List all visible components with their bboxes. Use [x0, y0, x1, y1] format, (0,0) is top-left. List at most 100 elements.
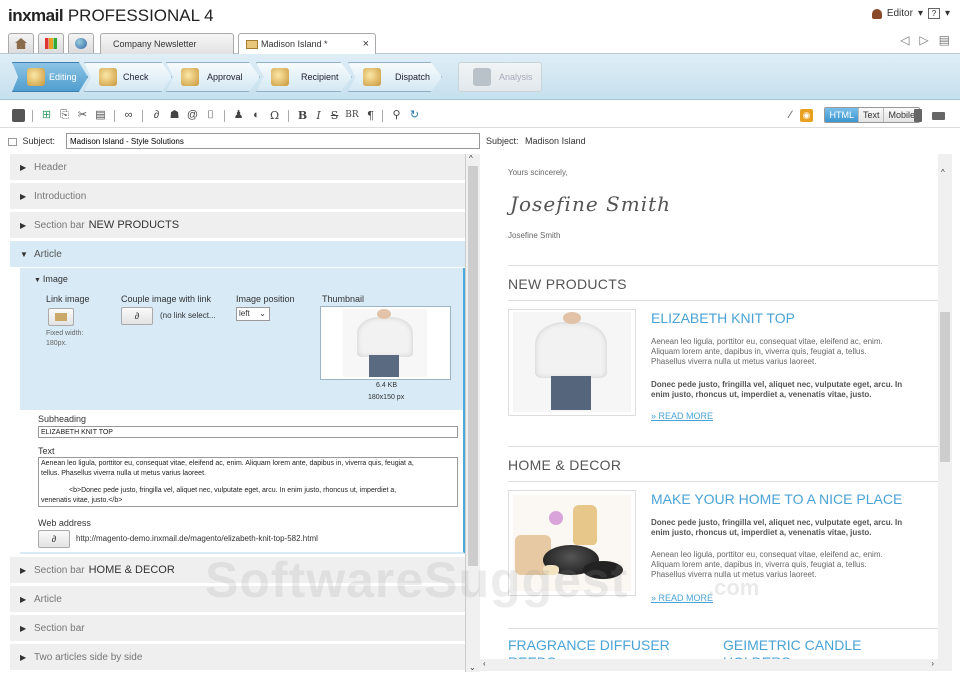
product-image-knit-top[interactable]	[508, 309, 636, 416]
section-heading: NEW PRODUCTS	[508, 276, 627, 292]
scroll-up-icon[interactable]: ^	[941, 168, 945, 177]
save-icon[interactable]	[12, 109, 25, 122]
product-image-home[interactable]	[508, 490, 636, 596]
section-introduction[interactable]: ▶ Introduction	[10, 183, 465, 210]
copy-icon[interactable]: ⎘	[58, 109, 71, 122]
paragraph-button[interactable]: ¶	[364, 109, 377, 122]
italic-button[interactable]: I	[312, 109, 325, 122]
image-position-select[interactable]: left ⌄	[236, 307, 270, 321]
paste-icon[interactable]: ▤	[94, 109, 107, 122]
tab-madison-island[interactable]: Madison Island * ×	[238, 33, 376, 55]
section-header[interactable]: ▶ Header	[10, 154, 465, 181]
web-address-link-button[interactable]: ∂	[38, 530, 70, 548]
forward-arrow-icon[interactable]: ▷	[919, 33, 928, 47]
separator	[288, 110, 289, 122]
product-title-link[interactable]: GEIMETRIC CANDLE	[723, 637, 861, 653]
image-icon[interactable]: ◐	[250, 109, 263, 122]
ratio-icon[interactable]: ⁄	[784, 109, 797, 122]
product-title-link[interactable]: FRAGRANCE DIFFUSER	[508, 637, 670, 653]
separator	[382, 110, 383, 122]
section-bar-home-decor[interactable]: ▶ Section bar HOME & DECOR	[10, 557, 465, 584]
user-name[interactable]: Editor	[887, 8, 913, 19]
view-text-button[interactable]: Text	[857, 108, 884, 122]
section-article-open[interactable]: ▼ Article	[10, 241, 465, 268]
cut-icon[interactable]: ✂	[76, 109, 89, 122]
mobile-device-icon[interactable]	[914, 109, 922, 122]
workflow-step-recipient[interactable]: Recipient	[256, 62, 352, 92]
anchor-icon[interactable]: ☗	[168, 109, 181, 122]
link-icon: ∂	[134, 311, 140, 321]
back-arrow-icon[interactable]: ◁	[900, 33, 909, 47]
thumbnail-image[interactable]	[320, 306, 451, 380]
section-article-2[interactable]: ▶ Article	[10, 586, 465, 613]
section-bar-3[interactable]: ▶ Section bar	[10, 615, 465, 642]
view-html-button[interactable]: HTML	[825, 108, 858, 122]
link-image-button[interactable]	[48, 308, 74, 326]
search-icon[interactable]: ⚲	[390, 109, 403, 122]
text-line: enim justo, rhoncus ut, imperdiet a, ven…	[651, 528, 872, 537]
preview-eye-icon[interactable]: ◉	[800, 109, 813, 122]
read-more-link[interactable]: » READ MORE	[651, 593, 713, 603]
workflow-bar: Editing Check Approval Recipient Dispatc…	[0, 54, 960, 100]
reports-tab-button[interactable]	[38, 33, 64, 53]
scroll-up-icon[interactable]: ^	[469, 154, 473, 163]
line-break-button[interactable]: BR	[344, 109, 360, 122]
scroll-left-icon[interactable]: ‹	[483, 659, 486, 668]
tablet-device-icon[interactable]	[932, 112, 945, 120]
step-label: Editing	[49, 72, 77, 82]
home-tab-button[interactable]	[8, 33, 34, 53]
approval-icon	[181, 68, 199, 86]
subheading-input[interactable]: ELIZABETH KNIT TOP	[38, 426, 458, 438]
image-title[interactable]: ▼ Image	[34, 274, 68, 284]
text-line: Aliquam lorem ante, dapibus in, viverra …	[651, 560, 867, 569]
help-icon[interactable]: ?	[927, 8, 940, 19]
scrollbar-thumb[interactable]	[468, 166, 478, 566]
bottle-shape	[573, 505, 597, 545]
editor-scrollbar[interactable]: ^ ⌄	[466, 154, 480, 672]
watermark-suffix: .com	[708, 575, 760, 600]
workflow-step-check[interactable]: Check	[84, 62, 172, 92]
separator	[32, 110, 33, 122]
view-mode-toggle: HTML Text Mobile	[824, 107, 920, 123]
read-more-link[interactable]: » READ MORE	[651, 411, 713, 421]
bold-button[interactable]: B	[296, 109, 309, 122]
placeholder-icon[interactable]: ⌷	[204, 109, 217, 122]
user-menu[interactable]: Editor ▾ ? ▾	[871, 8, 950, 19]
insert-link-icon[interactable]: ∂	[150, 109, 163, 122]
product-title-link[interactable]: MAKE YOUR HOME TO A NICE PLACE	[651, 491, 902, 507]
expand-arrow-icon: ▶	[20, 595, 27, 604]
link-image-label: Link image	[46, 294, 90, 304]
product-photo	[343, 309, 427, 377]
special-char-icon[interactable]: Ω	[268, 109, 281, 122]
tab-company-newsletter[interactable]: Company Newsletter	[100, 33, 234, 54]
refresh-icon[interactable]: ↻	[408, 109, 421, 122]
section-two-articles[interactable]: ▶ Two articles side by side	[10, 644, 465, 671]
preview-scrollbar[interactable]: ^	[938, 154, 952, 664]
scrollbar-thumb[interactable]	[940, 312, 950, 462]
personalize-icon[interactable]: ♟	[232, 109, 245, 122]
add-icon[interactable]: ⊞	[40, 109, 53, 122]
workflow-step-editing[interactable]: Editing	[12, 62, 88, 92]
strikethrough-button[interactable]: S	[328, 109, 341, 122]
subject-input[interactable]	[66, 133, 480, 149]
workflow-step-approval[interactable]: Approval	[166, 62, 260, 92]
close-icon[interactable]: ×	[363, 34, 369, 54]
scroll-right-icon[interactable]: ›	[931, 659, 934, 668]
text-area[interactable]: Aenean leo ligula, porttitor eu, consequ…	[38, 457, 458, 507]
email-link-icon[interactable]: @	[186, 109, 199, 122]
couple-link-button[interactable]: ∂	[121, 307, 153, 325]
product-photo	[513, 312, 631, 412]
jeans-shape	[551, 376, 591, 410]
workflow-step-dispatch[interactable]: Dispatch	[348, 62, 442, 92]
globe-tab-button[interactable]	[68, 33, 94, 53]
product-title-link[interactable]: ELIZABETH KNIT TOP	[651, 310, 795, 326]
section-bar-new-products[interactable]: ▶ Section bar NEW PRODUCTS	[10, 212, 465, 239]
notes-icon[interactable]: ▤	[939, 33, 950, 47]
scroll-down-icon[interactable]: ⌄	[469, 663, 476, 672]
preview-horizontal-scrollbar[interactable]: ‹ ›	[480, 659, 952, 671]
formatting-toolbar: ⊞ ⎘ ✂ ▤ ∞ ∂ ☗ @ ⌷ ♟ ◐ Ω B I S BR ¶ ⚲ ↻ ⁄…	[0, 104, 960, 128]
bar-chart-icon	[45, 38, 57, 49]
link-icon[interactable]: ∞	[122, 109, 135, 122]
expand-arrow-icon: ▶	[20, 624, 27, 633]
image-block: ▼ Image Link image Fixed width: 180px. C…	[20, 268, 465, 410]
